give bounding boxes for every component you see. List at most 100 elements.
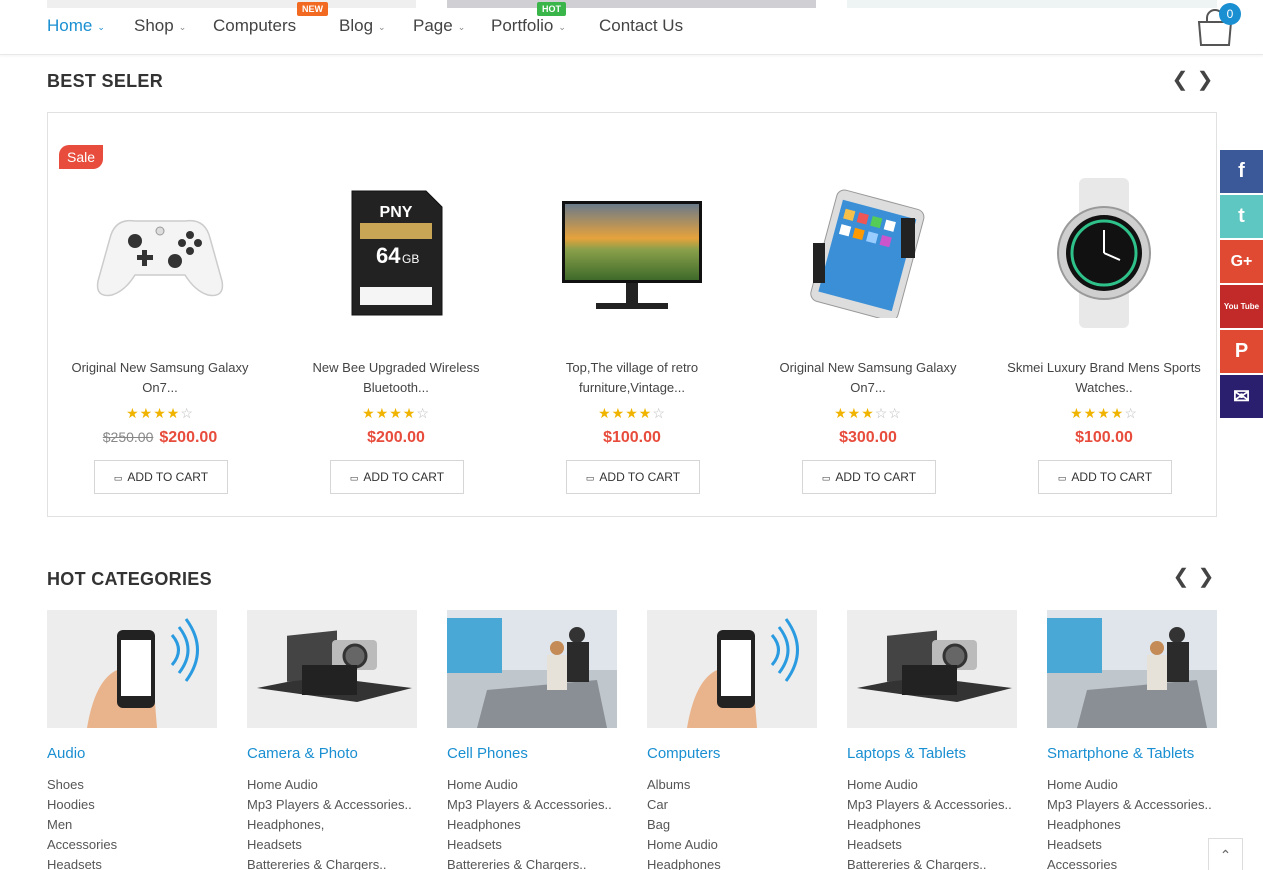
product-name-line2[interactable]: On7... <box>48 378 272 398</box>
pinterest-icon[interactable]: P <box>1220 330 1263 373</box>
product-name[interactable]: Skmei Luxury Brand Mens Sports Watches.. <box>992 358 1216 398</box>
nav-item-shop[interactable]: Shop ⌄ <box>134 16 186 36</box>
category-link[interactable]: Mp3 Players & Accessories.. <box>447 795 612 815</box>
category-title[interactable]: Camera & Photo <box>247 745 358 762</box>
category-title[interactable]: Laptops & Tablets <box>847 745 966 762</box>
product-name-line2[interactable]: Bluetooth... <box>284 378 508 398</box>
nav-item-contact[interactable]: Contact Us <box>599 16 683 36</box>
product-name[interactable]: Original New Samsung Galaxy On7... <box>48 358 272 398</box>
category-link[interactable]: Headsets <box>1047 835 1212 855</box>
category-link[interactable]: Home Audio <box>847 775 1012 795</box>
product-name-line1[interactable]: New Bee Upgraded Wireless <box>284 358 508 378</box>
category-link[interactable]: Accessories <box>1047 855 1212 870</box>
category-link[interactable]: Home Audio <box>1047 775 1212 795</box>
star-empty-icon: ☆ <box>180 405 194 421</box>
nav-item-home[interactable]: Home ⌄ <box>47 16 105 36</box>
category-link[interactable]: Accessories <box>47 835 117 855</box>
product-name[interactable]: Original New Samsung Galaxy On7... <box>756 358 980 398</box>
category-link[interactable]: Headphones, <box>247 815 412 835</box>
category-link[interactable]: Headphones <box>847 815 1012 835</box>
nav-label: Contact Us <box>599 16 684 35</box>
google-plus-icon[interactable]: G+ <box>1220 240 1263 283</box>
youtube-icon[interactable]: You Tube <box>1220 285 1263 328</box>
category-link[interactable]: Headsets <box>247 835 412 855</box>
product-card[interactable]: Sale Original New Samsung Galaxy On7... … <box>48 113 272 518</box>
product-name-line1[interactable]: Original New Samsung Galaxy <box>48 358 272 378</box>
product-name-line1[interactable]: Original New Samsung Galaxy <box>756 358 980 378</box>
nav-item-computers[interactable]: Computers NEW <box>213 2 328 36</box>
product-price: $200.00 <box>284 429 508 447</box>
category-link[interactable]: Car <box>647 795 721 815</box>
category-link[interactable]: Home Audio <box>647 835 721 855</box>
nav-label: Computers <box>213 16 297 35</box>
category-link[interactable]: Home Audio <box>247 775 412 795</box>
category-link[interactable]: Battereries & Chargers.. <box>847 855 1012 870</box>
back-to-top-button[interactable]: ⌃ <box>1208 838 1243 870</box>
best-seller-prev-arrow[interactable]: ❮ <box>1171 70 1189 90</box>
category-image-camera[interactable] <box>247 610 417 728</box>
best-seller-next-arrow[interactable]: ❯ <box>1196 70 1214 90</box>
product-image-watch[interactable] <box>992 173 1216 333</box>
category-link[interactable]: Headsets <box>447 835 612 855</box>
product-name-line2[interactable]: furniture,Vintage... <box>520 378 744 398</box>
product-image-sd-card[interactable]: PNY 64 GB <box>284 173 508 333</box>
category-link[interactable]: Men <box>47 815 117 835</box>
category-link[interactable]: Mp3 Players & Accessories.. <box>847 795 1012 815</box>
category-link[interactable]: Headsets <box>847 835 1012 855</box>
product-name[interactable]: New Bee Upgraded Wireless Bluetooth... <box>284 358 508 398</box>
sale-badge: Sale <box>59 145 104 169</box>
product-image-controller[interactable] <box>48 173 272 333</box>
product-card[interactable]: Top,The village of retro furniture,Vinta… <box>520 113 744 518</box>
nav-item-blog[interactable]: Blog ⌄ <box>339 16 386 36</box>
current-price: $300.00 <box>839 429 897 446</box>
add-to-cart-button[interactable]: ▭ ADD TO CART <box>566 460 700 494</box>
current-price: $100.00 <box>1075 429 1133 446</box>
category-link[interactable]: Headphones <box>647 855 721 870</box>
category-links: Home Audio Mp3 Players & Accessories.. H… <box>847 775 1012 870</box>
hot-categories-prev-arrow[interactable]: ❮ <box>1172 567 1190 587</box>
product-card[interactable]: Original New Samsung Galaxy On7... ★★★☆☆… <box>756 113 980 518</box>
category-title[interactable]: Computers <box>647 745 720 762</box>
category-link[interactable]: Headphones <box>1047 815 1212 835</box>
hot-categories-next-arrow[interactable]: ❯ <box>1197 567 1215 587</box>
category-link[interactable]: Hoodies <box>47 795 117 815</box>
product-name-line2[interactable]: Watches.. <box>992 378 1216 398</box>
product-name-line1[interactable]: Top,The village of retro <box>520 358 744 378</box>
product-card[interactable]: PNY 64 GB New Bee Upgraded Wireless Blue… <box>284 113 508 518</box>
star-filled-icon: ★★★★ <box>598 405 653 421</box>
category-link[interactable]: Headphones <box>447 815 612 835</box>
category-title[interactable]: Cell Phones <box>447 745 528 762</box>
category-link[interactable]: Mp3 Players & Accessories.. <box>247 795 412 815</box>
product-name-line1[interactable]: Skmei Luxury Brand Mens Sports <box>992 358 1216 378</box>
facebook-icon[interactable]: f <box>1220 150 1263 193</box>
add-to-cart-button[interactable]: ▭ ADD TO CART <box>94 460 228 494</box>
email-icon[interactable]: ✉ <box>1220 375 1263 418</box>
category-link[interactable]: Home Audio <box>447 775 612 795</box>
category-link[interactable]: Battereries & Chargers.. <box>447 855 612 870</box>
product-name[interactable]: Top,The village of retro furniture,Vinta… <box>520 358 744 398</box>
category-image-audio[interactable] <box>47 610 217 728</box>
product-name-line2[interactable]: On7... <box>756 378 980 398</box>
category-link[interactable]: Headsets <box>47 855 117 870</box>
nav-item-page[interactable]: Page ⌄ <box>413 16 465 36</box>
product-card[interactable]: Skmei Luxury Brand Mens Sports Watches..… <box>992 113 1216 518</box>
add-to-cart-button[interactable]: ▭ ADD TO CART <box>802 460 936 494</box>
add-to-cart-button[interactable]: ▭ ADD TO CART <box>1038 460 1172 494</box>
twitter-icon[interactable]: t <box>1220 195 1263 238</box>
category-title[interactable]: Audio <box>47 745 85 762</box>
category-title[interactable]: Smartphone & Tablets <box>1047 745 1194 762</box>
category-card: Laptops & Tablets Home Audio Mp3 Players… <box>847 610 1017 870</box>
category-image-laptops[interactable] <box>847 610 1017 728</box>
category-link[interactable]: Mp3 Players & Accessories.. <box>1047 795 1212 815</box>
add-to-cart-button[interactable]: ▭ ADD TO CART <box>330 460 464 494</box>
product-image-tablet[interactable] <box>756 173 980 333</box>
category-link[interactable]: Bag <box>647 815 721 835</box>
category-image-cell-phones[interactable] <box>447 610 617 728</box>
category-link[interactable]: Shoes <box>47 775 117 795</box>
category-image-computers[interactable] <box>647 610 817 728</box>
category-link[interactable]: Albums <box>647 775 721 795</box>
category-image-smartphones[interactable] <box>1047 610 1217 728</box>
category-link[interactable]: Battereries & Chargers.. <box>247 855 412 870</box>
product-image-monitor[interactable] <box>520 173 744 333</box>
nav-item-portfolio[interactable]: Portfolio ⌄ HOT <box>491 2 566 36</box>
